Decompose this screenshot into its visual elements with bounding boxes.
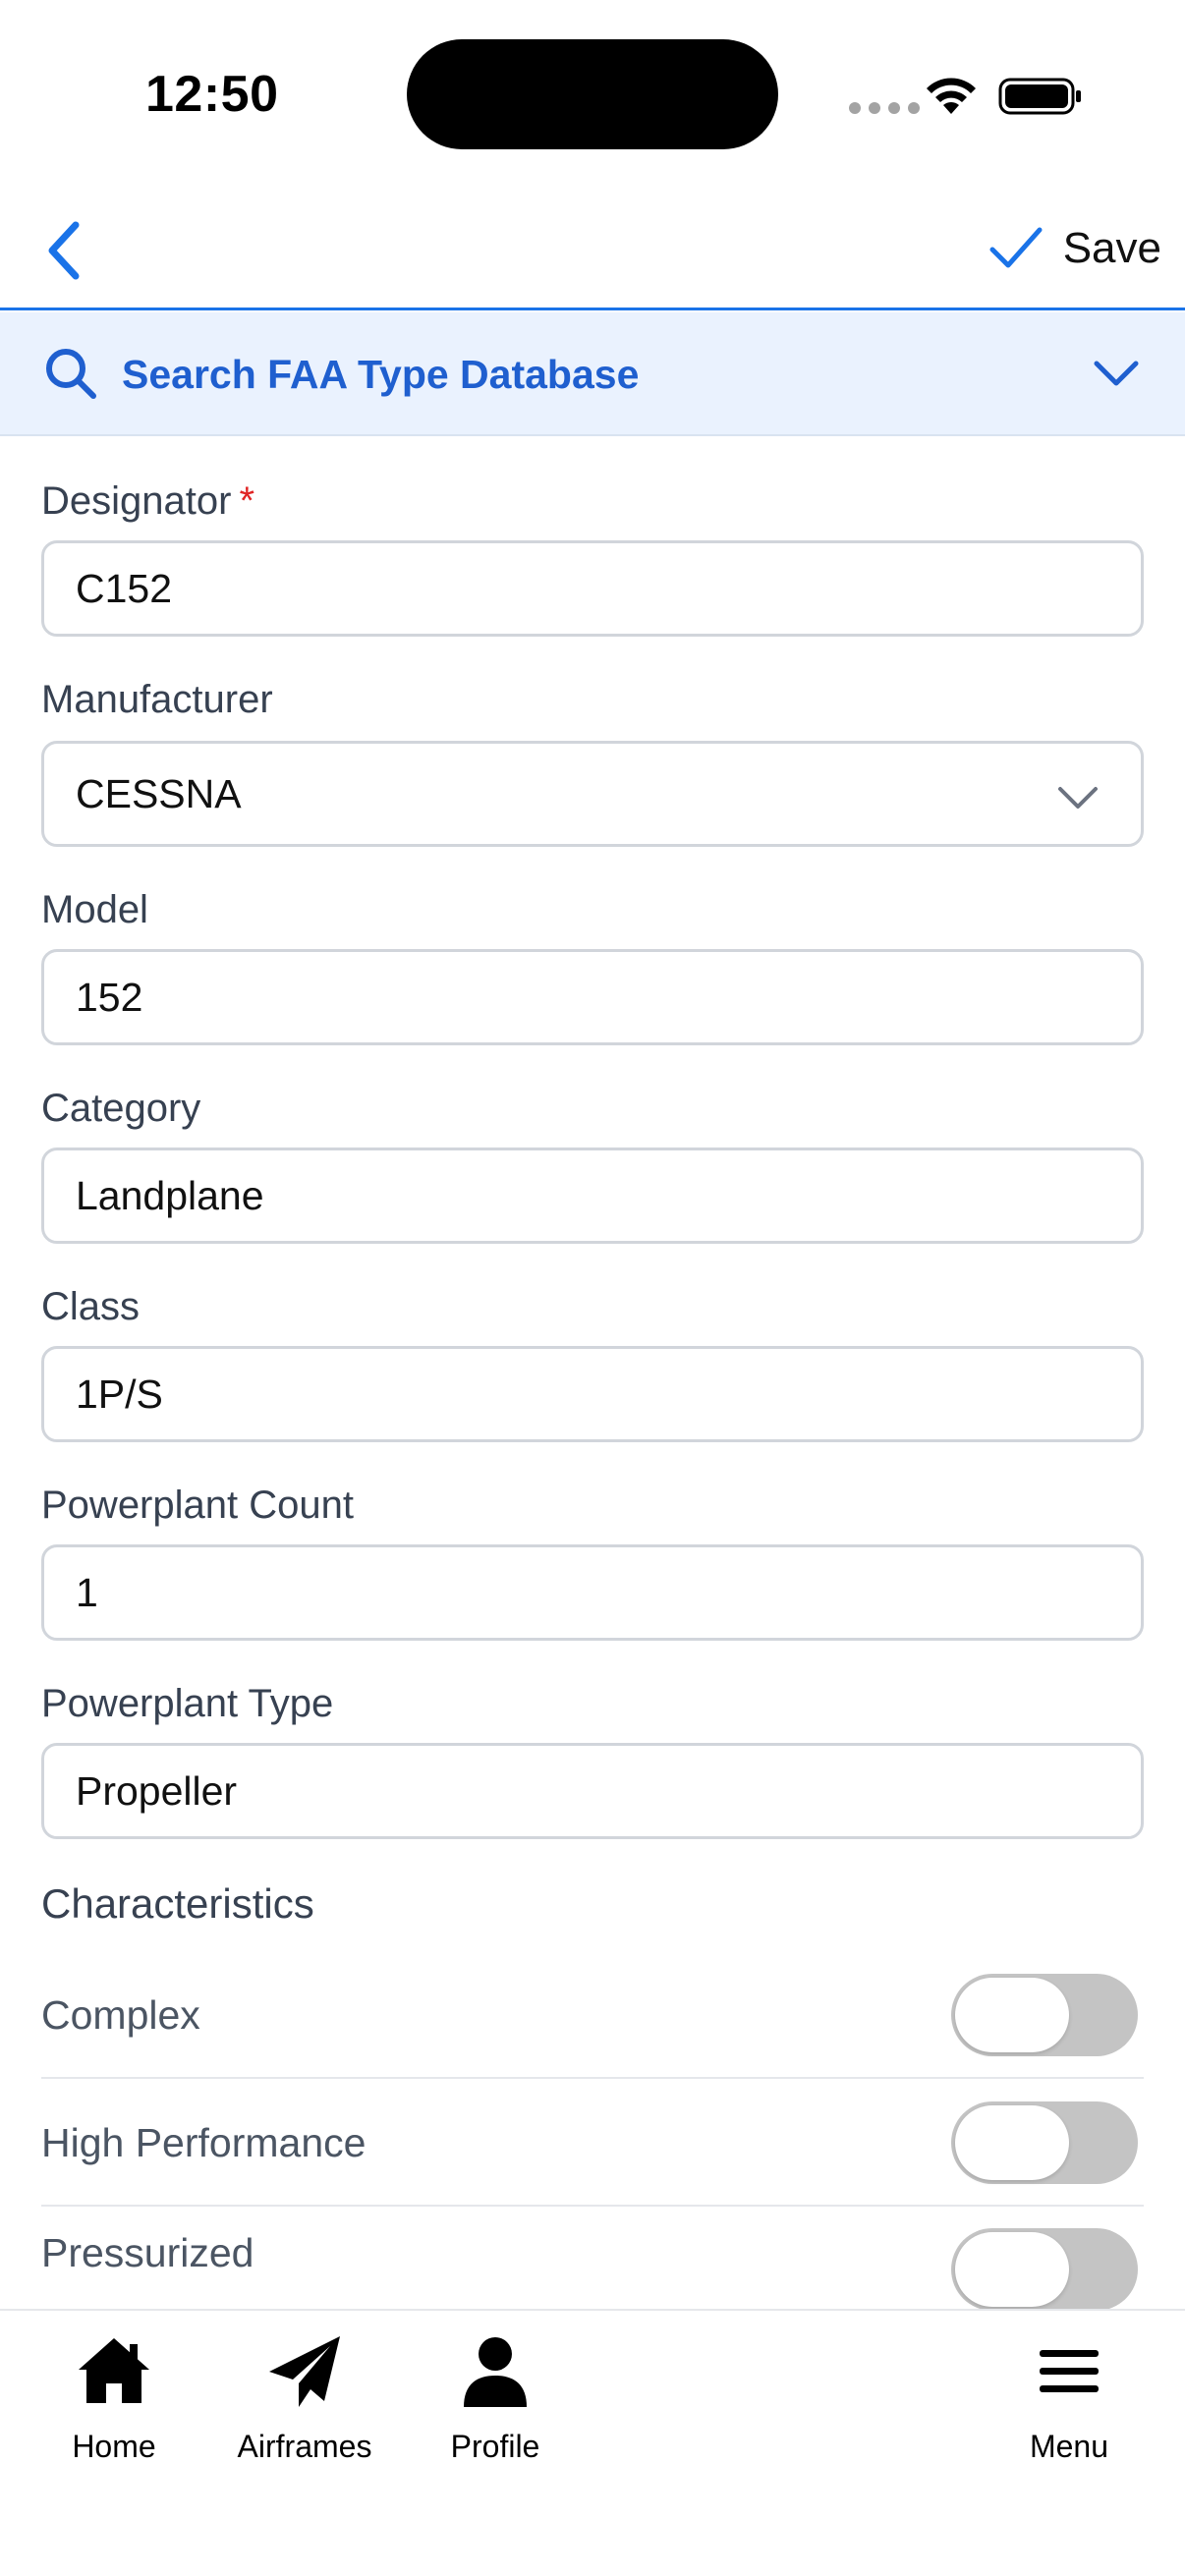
chevron-left-icon (48, 221, 80, 280)
checkmark-icon (989, 227, 1043, 268)
high-performance-toggle[interactable] (951, 2101, 1138, 2184)
status-time: 12:50 (145, 66, 279, 123)
aircraft-type-edit-screen: 12:50 Save Search FAA Type Database Desi… (0, 0, 1185, 2576)
paper-plane-icon (269, 2336, 340, 2407)
class-value: 1P/S (76, 1371, 163, 1417)
high-performance-label: High Performance (41, 2119, 367, 2165)
tab-label-home: Home (72, 2429, 156, 2464)
class-input[interactable]: 1P/S (41, 1346, 1144, 1442)
hamburger-menu-icon (1040, 2350, 1099, 2392)
category-label: Category (41, 1087, 201, 1130)
tab-label-airframes: Airframes (237, 2429, 372, 2464)
status-bar: 12:50 (0, 0, 1185, 187)
pressurized-label: Pressurized (41, 2230, 254, 2275)
powerplant-count-input[interactable]: 1 (41, 1544, 1144, 1641)
designator-value: C152 (76, 565, 173, 611)
manufacturer-select[interactable]: CESSNA (41, 741, 1144, 847)
wifi-icon (927, 78, 976, 114)
nav-header: Save (0, 196, 1185, 310)
home-icon (79, 2338, 149, 2403)
back-button[interactable] (29, 216, 98, 285)
toggle-row-pressurized: Pressurized (41, 2209, 1144, 2309)
toggle-row-complex: Complex (41, 1953, 1144, 2079)
search-icon (46, 349, 96, 399)
model-input[interactable]: 152 (41, 949, 1144, 1045)
search-label: Search FAA Type Database (122, 352, 640, 397)
required-marker: * (239, 479, 255, 523)
model-label: Model (41, 888, 148, 931)
designator-label-text: Designator (41, 479, 232, 523)
tab-label-menu: Menu (1029, 2429, 1109, 2464)
model-value: 152 (76, 974, 143, 1020)
dynamic-island (407, 39, 778, 149)
search-faa-database-toggle[interactable]: Search FAA Type Database (0, 312, 1185, 436)
save-label: Save (1062, 224, 1161, 272)
characteristics-title: Characteristics (41, 1880, 314, 1927)
person-icon (464, 2337, 527, 2407)
class-label: Class (41, 1285, 141, 1328)
category-value: Landplane (76, 1172, 264, 1218)
designator-input[interactable]: C152 (41, 540, 1144, 637)
chevron-down-icon (1058, 787, 1098, 809)
toggle-knob (955, 2105, 1069, 2180)
save-button[interactable]: Save (988, 214, 1161, 283)
toggle-row-high-performance: High Performance (41, 2081, 1144, 2207)
toggle-knob (955, 1978, 1069, 2052)
cellular-signal-icon (849, 102, 920, 114)
powerplant-type-value: Propeller (76, 1767, 238, 1814)
tab-menu[interactable]: Menu (971, 2332, 1167, 2470)
tab-label-profile: Profile (450, 2429, 540, 2464)
tab-profile[interactable]: Profile (397, 2332, 593, 2470)
powerplant-count-label: Powerplant Count (41, 1484, 354, 1527)
pressurized-toggle[interactable] (951, 2228, 1138, 2309)
battery-icon (998, 78, 1081, 115)
tab-airframes[interactable]: Airframes (206, 2332, 403, 2470)
complex-toggle[interactable] (951, 1974, 1138, 2056)
designator-label: Designator * (41, 479, 254, 524)
tab-home[interactable]: Home (16, 2332, 212, 2470)
powerplant-type-label: Powerplant Type (41, 1682, 334, 1725)
manufacturer-value: CESSNA (76, 770, 242, 816)
complex-label: Complex (41, 1991, 200, 2038)
powerplant-count-value: 1 (76, 1569, 98, 1615)
toggle-knob (955, 2232, 1069, 2307)
chevron-down-icon (1094, 361, 1139, 386)
powerplant-type-input[interactable]: Propeller (41, 1743, 1144, 1839)
category-input[interactable]: Landplane (41, 1148, 1144, 1244)
bottom-tab-bar: Home Airframes Profile Menu (0, 2309, 1185, 2576)
manufacturer-label: Manufacturer (41, 678, 273, 721)
